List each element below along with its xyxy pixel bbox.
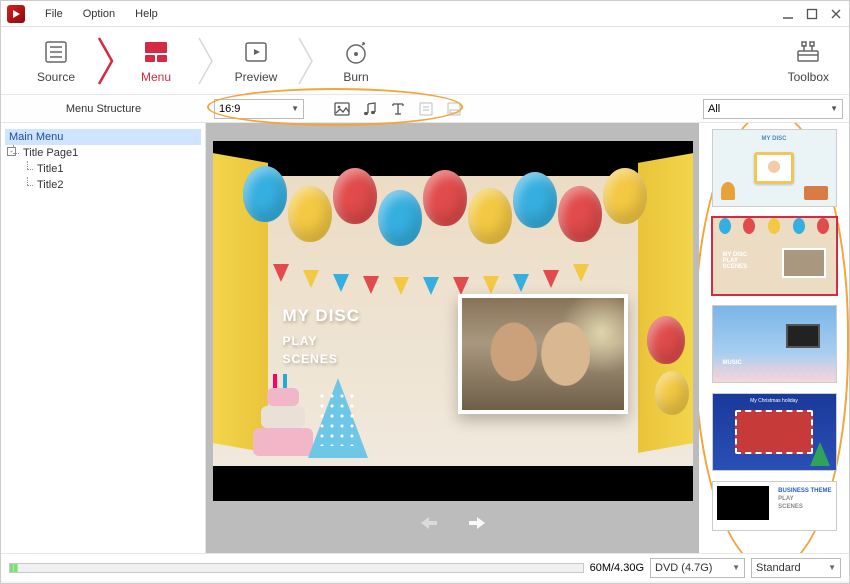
template-thumb[interactable]: My Christmas holiday: [712, 393, 837, 471]
toolbox-icon: [794, 38, 822, 66]
step-label: Menu: [141, 70, 171, 84]
canvas-area: MY DISC PLAY SCENES: [206, 123, 699, 553]
dropdown-icon: ▼: [732, 563, 740, 572]
burn-icon: [342, 38, 370, 66]
menu-option[interactable]: Option: [73, 8, 125, 20]
step-label: Burn: [343, 70, 368, 84]
menu-text-block[interactable]: MY DISC PLAY SCENES: [283, 306, 361, 366]
ratio-value: 16:9: [219, 103, 240, 115]
title-thumbnail[interactable]: [458, 294, 628, 414]
tpl-title: MY DISC: [713, 136, 836, 142]
tree-label: Title Page1: [23, 147, 78, 159]
music-icon[interactable]: [359, 98, 381, 120]
tpl-scenes: SCENES: [778, 504, 803, 510]
structure-label: Menu Structure: [1, 103, 206, 115]
step-bar: Source Menu Preview Burn Toolbox: [1, 27, 849, 95]
collapse-icon[interactable]: -: [7, 147, 16, 156]
chevron-icon: [91, 31, 121, 91]
close-button[interactable]: [829, 7, 843, 21]
step-label: Preview: [235, 70, 278, 84]
prev-page-button[interactable]: [419, 515, 439, 531]
minimize-button[interactable]: [781, 7, 795, 21]
title-bar: File Option Help: [1, 1, 849, 27]
chevron-icon: [291, 31, 321, 91]
quality-value: Standard: [756, 562, 801, 574]
step-preview[interactable]: Preview: [221, 38, 291, 84]
main-area: Main Menu - Title Page1 Title1 Title2: [1, 123, 849, 553]
tpl-title: My Christmas holiday: [713, 398, 836, 404]
tpl-title: BUSINESS THEME: [778, 488, 831, 494]
quality-select[interactable]: Standard ▼: [751, 558, 841, 578]
scene-bg: MY DISC PLAY SCENES: [213, 176, 693, 466]
menu-structure-tree: Main Menu - Title Page1 Title1 Title2: [1, 123, 206, 553]
preview-icon: [242, 38, 270, 66]
page-nav: [213, 507, 693, 539]
chapter-icon: [415, 98, 437, 120]
disc-type-select[interactable]: DVD (4.7G) ▼: [650, 558, 745, 578]
disc-type-value: DVD (4.7G): [655, 562, 712, 574]
template-thumb[interactable]: MUSIC: [712, 305, 837, 383]
menu-scenes: SCENES: [283, 352, 361, 366]
step-burn[interactable]: Burn: [321, 38, 391, 84]
status-bar: 60M/4.30G DVD (4.7G) ▼ Standard ▼: [1, 553, 849, 581]
template-thumb[interactable]: BUSINESS THEME PLAY SCENES: [712, 481, 837, 531]
chevron-icon: [191, 31, 221, 91]
disc-usage-bar: [9, 563, 584, 573]
aspect-ratio-select[interactable]: 16:9 ▼: [214, 99, 304, 119]
template-thumb[interactable]: MY DISC: [712, 129, 837, 207]
source-icon: [42, 38, 70, 66]
step-label: Source: [37, 70, 75, 84]
tpl-play: PLAY: [778, 496, 793, 502]
menu-icon: [142, 38, 170, 66]
template-thumb[interactable]: MY DISCPLAYSCENES: [712, 217, 837, 295]
tree-title2[interactable]: Title2: [5, 177, 201, 193]
subtitle-icon: [443, 98, 465, 120]
step-source[interactable]: Source: [21, 38, 91, 84]
filter-value: All: [708, 103, 720, 115]
menu-play: PLAY: [283, 334, 361, 348]
dropdown-icon: ▼: [830, 104, 838, 113]
dropdown-icon: ▼: [291, 104, 299, 113]
menu-title: MY DISC: [283, 306, 361, 326]
dropdown-icon: ▼: [828, 563, 836, 572]
toolbar: Menu Structure 16:9 ▼ All ▼: [1, 95, 849, 123]
template-filter-select[interactable]: All ▼: [703, 99, 843, 119]
next-page-button[interactable]: [467, 515, 487, 531]
image-icon[interactable]: [331, 98, 353, 120]
menu-preview-canvas[interactable]: MY DISC PLAY SCENES: [213, 141, 693, 501]
template-list[interactable]: MY DISC MY DISCPLAYSCENES MUSIC My Chris…: [699, 123, 849, 553]
tree-title1[interactable]: Title1: [5, 161, 201, 177]
tree-title-page1[interactable]: - Title Page1: [5, 145, 201, 161]
text-icon[interactable]: [387, 98, 409, 120]
menu-file[interactable]: File: [35, 8, 73, 20]
maximize-button[interactable]: [805, 7, 819, 21]
step-menu[interactable]: Menu: [121, 38, 191, 84]
toolbox-button[interactable]: Toolbox: [788, 38, 829, 84]
toolbox-label: Toolbox: [788, 70, 829, 84]
tree-main-menu[interactable]: Main Menu: [5, 129, 201, 145]
app-icon: [7, 5, 25, 23]
menu-help[interactable]: Help: [125, 8, 168, 20]
disc-usage-text: 60M/4.30G: [590, 562, 644, 574]
